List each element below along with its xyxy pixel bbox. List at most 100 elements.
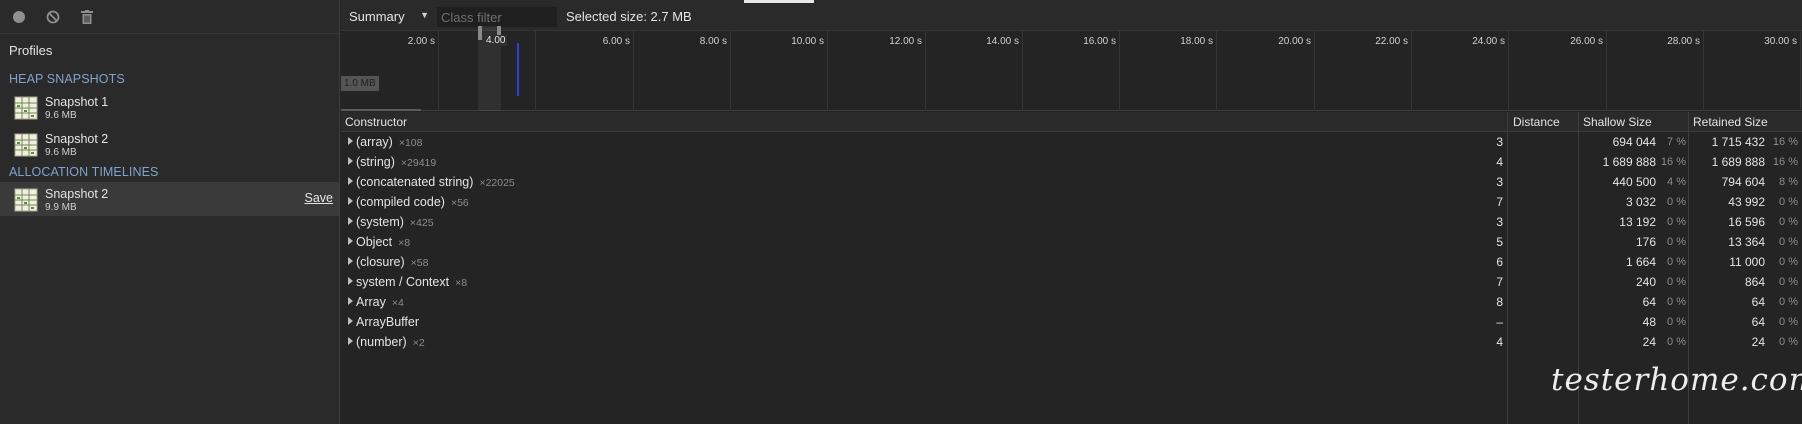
profiles-sidebar: Profiles HEAP SNAPSHOTS Snapshot 1 9.6 M… xyxy=(0,0,340,424)
table-row[interactable]: Object ×8 5 176 0 % 13 364 0 % xyxy=(341,232,1802,252)
clear-button[interactable] xyxy=(40,4,66,30)
grid-header: Constructor Distance Shallow Size Retain… xyxy=(341,112,1802,132)
allocation-timeline-item[interactable]: Snapshot 2 9.9 MB Save xyxy=(0,182,339,216)
table-row[interactable]: system / Context ×8 7 240 0 % 864 0 % xyxy=(341,272,1802,292)
instance-count: ×22025 xyxy=(479,177,515,189)
table-row[interactable]: (concatenated string) ×22025 3 440 500 4 % 79… xyxy=(341,172,1802,192)
table-row[interactable]: (array) ×108 3 694 044 7 % 1 715 432 16 % xyxy=(341,132,1802,152)
table-row[interactable]: (number) ×2 4 24 0 % 24 0 % xyxy=(341,332,1802,352)
constructor-label: system / Context xyxy=(356,275,450,289)
table-row[interactable]: (system) ×425 3 13 192 0 % 16 596 0 % xyxy=(341,212,1802,232)
constructor-label: Object xyxy=(356,235,393,249)
table-row[interactable]: Array ×4 8 64 0 % 64 0 % xyxy=(341,292,1802,312)
heap-snapshot-item[interactable]: Snapshot 2 9.6 MB xyxy=(0,127,339,161)
constructor-name: (closure) ×58 xyxy=(356,255,428,269)
expand-arrow-icon[interactable] xyxy=(348,237,353,245)
shallow-size-cell: 64 xyxy=(1642,295,1656,309)
retained-size-cell: 24 xyxy=(1751,335,1765,349)
distance-column-header[interactable]: Distance xyxy=(1513,115,1560,129)
delete-button[interactable] xyxy=(74,4,100,30)
distance-cell: 3 xyxy=(1496,135,1503,149)
distance-cell: 7 xyxy=(1496,195,1503,209)
constructor-label: (compiled code) xyxy=(356,195,445,209)
snapshot-icon xyxy=(14,188,38,212)
constructor-name: ArrayBuffer xyxy=(356,315,419,329)
table-row[interactable]: (closure) ×58 6 1 664 0 % 11 000 0 % xyxy=(341,252,1802,272)
expand-arrow-icon[interactable] xyxy=(348,157,353,165)
table-row[interactable]: ArrayBuffer – 48 0 % 64 0 % xyxy=(341,312,1802,332)
retained-size-percent: 0 % xyxy=(1779,216,1798,228)
expand-arrow-icon[interactable] xyxy=(348,297,353,305)
retained-size-cell: 16 596 xyxy=(1728,215,1765,229)
timeline-grid-line xyxy=(1411,31,1412,111)
timeline-grid-line xyxy=(1216,31,1217,111)
timeline-grid-line xyxy=(1508,31,1509,111)
window-left-handle[interactable] xyxy=(478,26,482,40)
shallow-size-column-header[interactable]: Shallow Size xyxy=(1583,115,1652,129)
shallow-size-percent: 0 % xyxy=(1667,276,1686,288)
window-time-label: 4.00 xyxy=(484,35,508,46)
timeline-grid-line xyxy=(1703,31,1704,111)
distance-cell: – xyxy=(1496,315,1503,329)
retained-size-cell: 11 000 xyxy=(1729,255,1765,269)
view-select[interactable]: Summary ▼ xyxy=(345,6,429,26)
expand-arrow-icon[interactable] xyxy=(348,137,353,145)
retained-size-percent: 16 % xyxy=(1772,136,1798,148)
table-row[interactable]: (string) ×29419 4 1 689 888 16 % 1 689 888 16 … xyxy=(341,152,1802,172)
constructor-label: ArrayBuffer xyxy=(356,315,419,329)
constructor-name: Object ×8 xyxy=(356,235,410,249)
expand-arrow-icon[interactable] xyxy=(348,217,353,225)
instance-count: ×58 xyxy=(410,257,429,269)
timeline-tick-label: 12.00 s xyxy=(889,36,922,47)
constructor-name: (compiled code) ×56 xyxy=(356,195,469,209)
expand-arrow-icon[interactable] xyxy=(348,277,353,285)
instance-count: ×4 xyxy=(391,297,404,309)
timeline-tick-label: 24.00 s xyxy=(1472,36,1505,47)
trash-icon xyxy=(81,9,93,24)
shallow-size-percent: 0 % xyxy=(1667,196,1686,208)
record-icon xyxy=(13,10,25,23)
timeline-grid-line xyxy=(827,31,828,111)
allocation-timeline-overview[interactable]: 2.00 s 6.00 s 8.00 s 10.00 s 12.00 s 14.00 s 1… xyxy=(341,26,1802,111)
save-button[interactable]: Save xyxy=(305,191,334,205)
timeline-tick-label: 10.00 s xyxy=(791,36,824,47)
constructor-column-header[interactable]: Constructor xyxy=(345,115,407,129)
timeline-tick-label: 16.00 s xyxy=(1083,36,1116,47)
constructor-label: (array) xyxy=(356,135,393,149)
instance-count: ×8 xyxy=(455,277,468,289)
record-button[interactable] xyxy=(6,4,32,30)
class-filter-input[interactable] xyxy=(437,7,557,27)
timeline-grid-line xyxy=(1119,31,1120,111)
expand-arrow-icon[interactable] xyxy=(348,257,353,265)
distance-cell: 4 xyxy=(1496,155,1503,169)
timeline-tick-label: 18.00 s xyxy=(1180,36,1213,47)
distance-cell: 6 xyxy=(1496,255,1503,269)
snapshot-icon xyxy=(14,133,38,157)
shallow-size-percent: 0 % xyxy=(1667,256,1686,268)
retained-size-column-header[interactable]: Retained Size xyxy=(1693,115,1768,129)
retained-size-cell: 794 604 xyxy=(1721,175,1765,189)
shallow-size-cell: 48 xyxy=(1642,315,1656,329)
dropdown-arrow-icon: ▼ xyxy=(420,10,429,20)
heap-snapshot-item[interactable]: Snapshot 1 9.6 MB xyxy=(0,90,339,124)
selected-size-label: Selected size: 2.7 MB xyxy=(566,9,692,24)
shallow-size-percent: 4 % xyxy=(1667,176,1686,188)
table-row[interactable]: (compiled code) ×56 7 3 032 0 % 43 992 0 % xyxy=(341,192,1802,212)
snapshot-size: 9.9 MB xyxy=(45,202,77,213)
shallow-size-percent: 7 % xyxy=(1667,136,1686,148)
expand-arrow-icon[interactable] xyxy=(348,177,353,185)
retained-size-percent: 0 % xyxy=(1779,236,1798,248)
expand-arrow-icon[interactable] xyxy=(348,337,353,345)
expand-arrow-icon[interactable] xyxy=(348,197,353,205)
shallow-size-percent: 0 % xyxy=(1667,236,1686,248)
retained-size-percent: 0 % xyxy=(1779,296,1798,308)
timeline-tick-label: 2.00 s xyxy=(407,36,435,47)
constructor-name: Array ×4 xyxy=(356,295,404,309)
snapshot-size: 9.6 MB xyxy=(45,110,77,121)
expand-arrow-icon[interactable] xyxy=(348,317,353,325)
allocation-timelines-section-title: ALLOCATION TIMELINES xyxy=(9,165,159,179)
timeline-tick-label: 20.00 s xyxy=(1278,36,1311,47)
shallow-size-cell: 13 192 xyxy=(1619,215,1656,229)
timeline-grid-line xyxy=(1022,31,1023,111)
retained-size-percent: 0 % xyxy=(1779,256,1798,268)
